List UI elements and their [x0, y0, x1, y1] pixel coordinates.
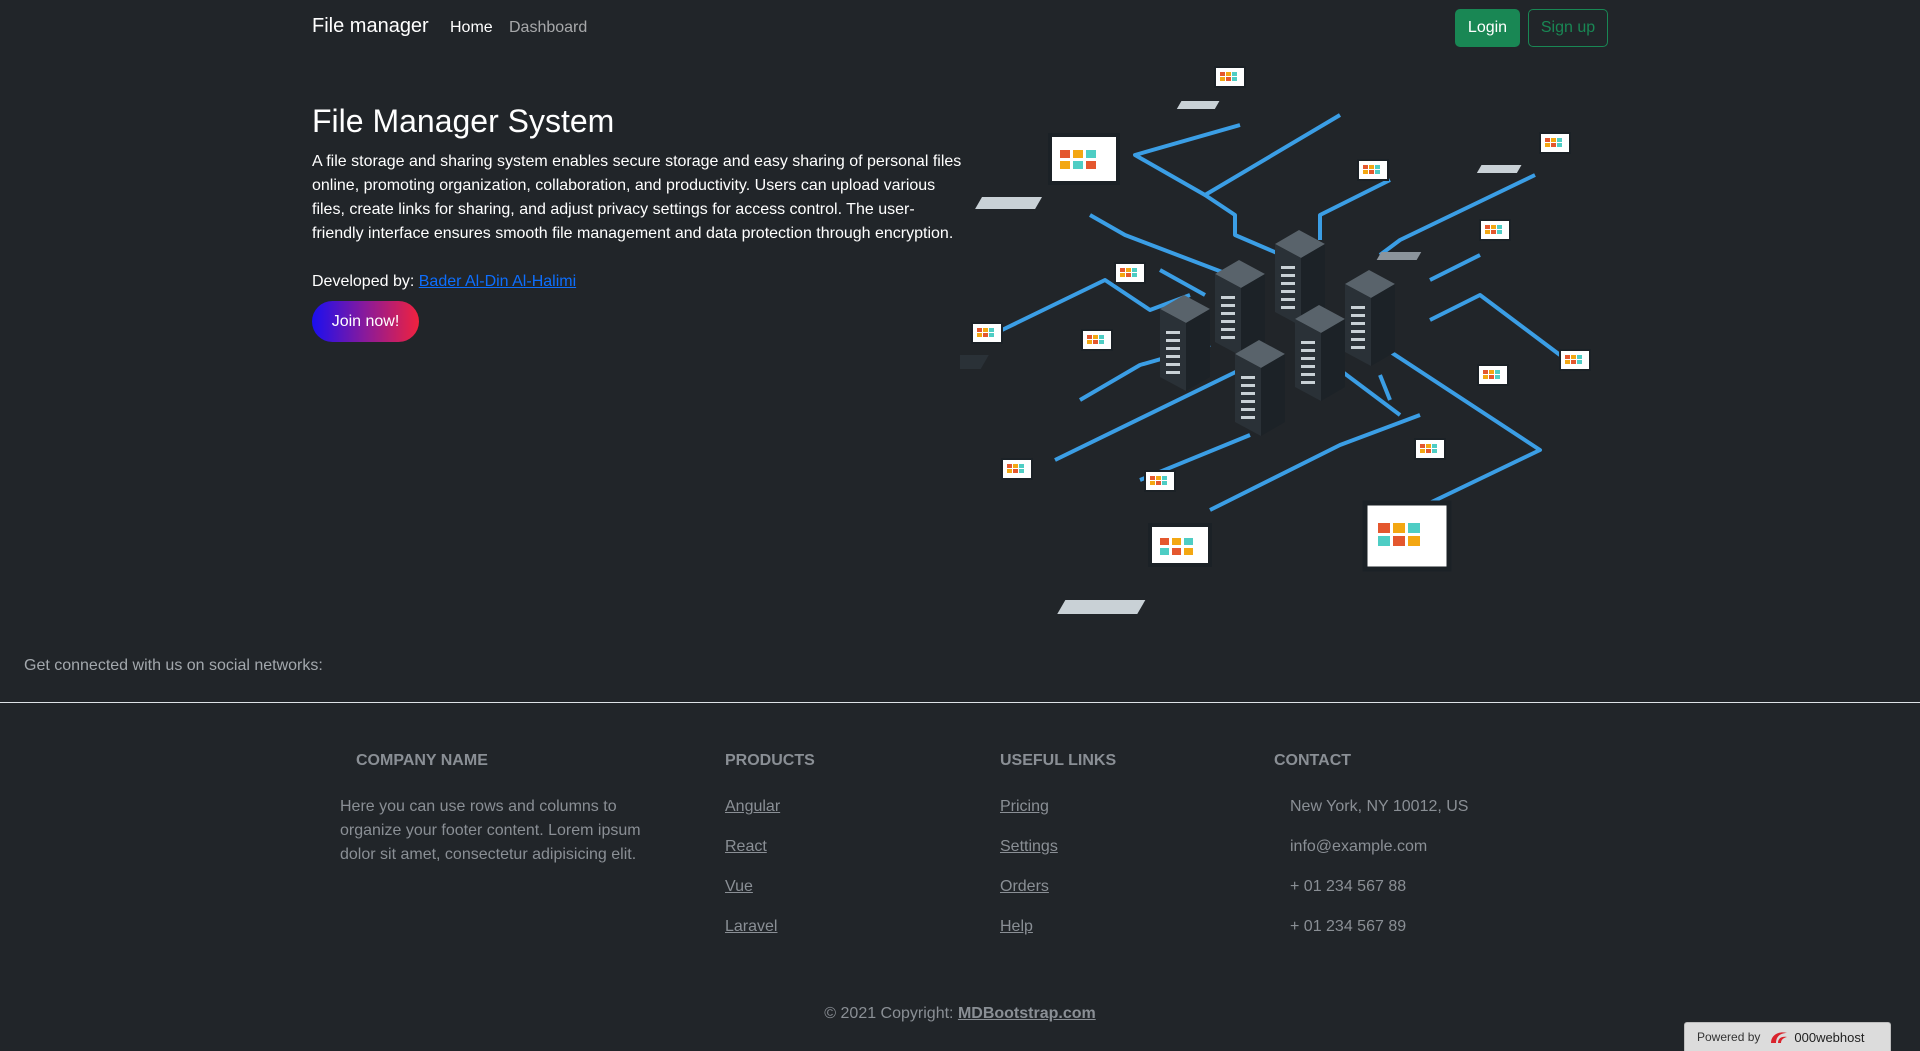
contact-email: info@example.com [1290, 838, 1428, 855]
footer-contact-list: New York, NY 10012, US info@example.com … [1290, 795, 1468, 955]
navbar-brand[interactable]: File manager [312, 15, 429, 38]
footer-heading-useful-links: USEFUL LINKS [1000, 752, 1117, 769]
signup-button[interactable]: Sign up [1528, 9, 1608, 47]
social-networks-text: Get connected with us on social networks… [24, 657, 323, 674]
nav-link-dashboard[interactable]: Dashboard [509, 19, 587, 37]
copyright-text: © 2021 Copyright: [824, 1005, 954, 1022]
footer-link-react[interactable]: React [725, 838, 767, 855]
copyright: © 2021 Copyright: MDBootstrap.com [0, 1005, 1920, 1023]
developed-by-label: Developed by: [312, 273, 415, 290]
footer-heading-company: COMPANY NAME [356, 752, 488, 769]
footer-useful-links-list: Pricing Settings Orders Help [1000, 795, 1058, 955]
webhost-logo-icon [1771, 1032, 1788, 1043]
footer-company-text: Here you can use rows and columns to org… [340, 798, 641, 863]
footer-link-orders[interactable]: Orders [1000, 878, 1049, 895]
footer-link-vue[interactable]: Vue [725, 878, 753, 895]
join-now-button[interactable]: Join now! [312, 301, 419, 342]
footer-link-angular[interactable]: Angular [725, 798, 780, 815]
webhost-name: 000webhost [1794, 1029, 1865, 1045]
copyright-link[interactable]: MDBootstrap.com [958, 1005, 1096, 1022]
footer-link-pricing[interactable]: Pricing [1000, 798, 1049, 815]
footer-link-help[interactable]: Help [1000, 918, 1033, 935]
powered-by-badge[interactable]: Powered by 000webhost [1684, 1022, 1891, 1051]
nav-link-home[interactable]: Home [450, 19, 493, 37]
contact-address: New York, NY 10012, US [1290, 798, 1469, 815]
footer-link-laravel[interactable]: Laravel [725, 918, 777, 935]
developer-link[interactable]: Bader Al-Din Al-Halimi [419, 273, 576, 290]
list-item: Help [1000, 915, 1058, 955]
list-item: Vue [725, 875, 780, 915]
footer-heading-products: PRODUCTS [725, 752, 815, 769]
footer-link-settings[interactable]: Settings [1000, 838, 1058, 855]
list-item: Pricing [1000, 795, 1058, 835]
powered-by-label: Powered by [1697, 1030, 1761, 1044]
list-item: Settings [1000, 835, 1058, 875]
hero-title: File Manager System [312, 103, 615, 139]
list-item: Angular [725, 795, 780, 835]
footer-heading-contact: CONTACT [1274, 752, 1352, 769]
developed-by-line: Developed by: Bader Al-Din Al-Halimi [312, 270, 576, 294]
contact-phone: + 01 234 567 89 [1290, 918, 1407, 935]
network-illustration [960, 66, 1591, 614]
list-item: Orders [1000, 875, 1058, 915]
list-item: Laravel [725, 915, 780, 955]
hero-description: A file storage and sharing system enable… [312, 153, 962, 242]
footer-products-list: Angular React Vue Laravel [725, 795, 780, 955]
section-divider [0, 702, 1920, 703]
list-item: React [725, 835, 780, 875]
navbar: File manager Home Dashboard Login Sign u… [0, 0, 1920, 56]
login-button[interactable]: Login [1455, 9, 1520, 47]
contact-phone: + 01 234 567 88 [1290, 878, 1407, 895]
network-devices [960, 66, 1591, 614]
